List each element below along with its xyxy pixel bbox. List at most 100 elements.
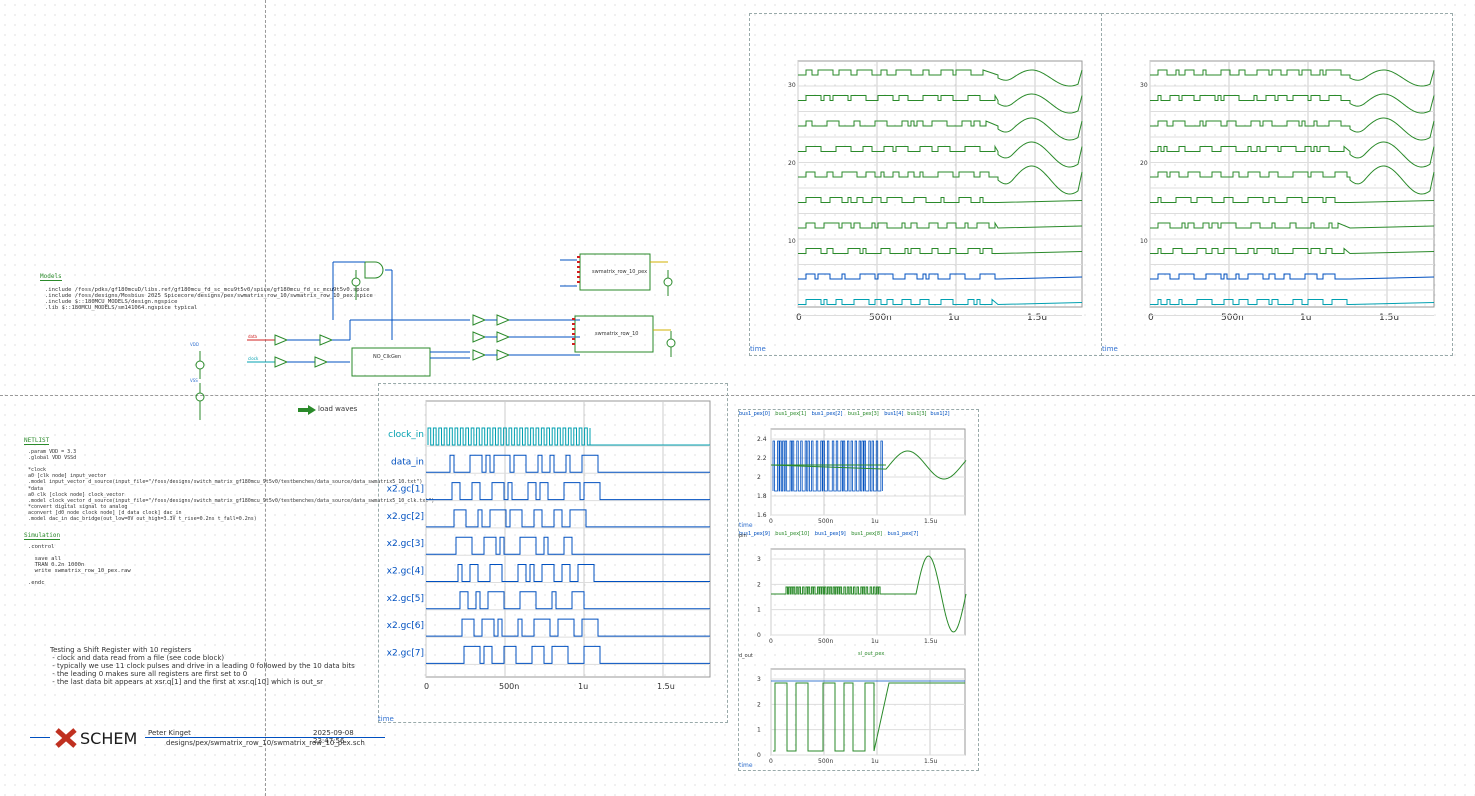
- x-tick-label: 1u: [948, 313, 959, 323]
- legend-item[interactable]: bus1_pex[0]: [739, 411, 770, 417]
- legend-item[interactable]: bus1_pex[1]: [775, 411, 806, 417]
- x-tick-label: 0: [769, 758, 773, 765]
- legend-item[interactable]: bus1_pex[10]: [775, 531, 809, 537]
- signal-label[interactable]: data_in: [391, 457, 424, 467]
- legend-item[interactable]: bus1[2]: [930, 411, 949, 417]
- x-tick-label: 500n: [499, 682, 519, 691]
- nocl-block[interactable]: [351, 347, 431, 377]
- simulation-line: .endc: [28, 580, 45, 586]
- buffer-chain-2[interactable]: [472, 331, 487, 343]
- simulation-lines: .control save all TRAN 0.2n 1000n write …: [28, 544, 131, 586]
- signal-trace: [1150, 299, 1435, 305]
- legend-item[interactable]: bus1_pex[9]: [815, 531, 846, 537]
- waveform-small-3-plot[interactable]: 0 500n 1u 1.5u 3 2 1 0 d_out sl_out_pextime: [738, 649, 977, 769]
- netlist-line: .model clock_vector d_source(input_file=…: [28, 497, 435, 504]
- legend-item[interactable]: bus1_pex[7]: [888, 531, 919, 537]
- net-clock-in-label: clock: [248, 356, 259, 361]
- y-tick-label: 2: [757, 474, 761, 481]
- y-tick-label: 20: [788, 160, 796, 167]
- plot-area[interactable]: [770, 428, 966, 516]
- x-tick-label: 0: [424, 682, 429, 691]
- y-tick-label: 2.4: [757, 436, 767, 443]
- net-data-in-label: data: [248, 334, 258, 339]
- waveform-small-1-plot[interactable]: 0 500n 1u 1.5u 2.4 2.2 2 1.8 1.6 bus1_pex[0] bus1_…: [738, 409, 977, 529]
- buffer-chain-0[interactable]: [472, 314, 487, 326]
- netlist-header[interactable]: NETLIST: [24, 437, 50, 445]
- signal-label[interactable]: x2.gc[2]: [387, 512, 424, 522]
- x-tick-label: 1u: [1300, 313, 1311, 323]
- y-tick-label: 2.2: [757, 455, 767, 462]
- signal-label[interactable]: x2.gc[4]: [387, 567, 424, 577]
- netlist-line: .model input_vector d_source(input_file=…: [28, 479, 423, 486]
- signal-trace: [1150, 69, 1435, 87]
- buffer-chain-3[interactable]: [496, 331, 511, 343]
- signal-trace: [1150, 141, 1435, 168]
- x-tick-label: 1.5u: [924, 638, 938, 645]
- title-block-line: [30, 737, 50, 738]
- swmatrix-row-label: swmatrix_row_10: [595, 331, 638, 337]
- simulation-header[interactable]: Simulation: [24, 532, 61, 540]
- side-label: pin: [739, 533, 747, 539]
- y-tick-label: 10: [788, 238, 796, 245]
- y-tick-label: 1: [757, 727, 761, 734]
- signal-trace: [426, 618, 710, 637]
- signal-trace: [798, 93, 1083, 114]
- signal-label[interactable]: x2.gc[7]: [387, 648, 424, 658]
- legend-item[interactable]: bus1_pex[2]: [812, 411, 843, 417]
- signal-trace: [1150, 165, 1435, 195]
- x-tick-label: 0: [1148, 313, 1154, 323]
- y-tick-label: 10: [1140, 238, 1148, 245]
- x-tick-label: 500n: [818, 638, 833, 645]
- plot-area[interactable]: [1149, 60, 1435, 308]
- model-header[interactable]: Models: [40, 273, 62, 281]
- signal-label[interactable]: x2.gc[1]: [387, 485, 424, 495]
- current-probe-icon[interactable]: [666, 338, 676, 348]
- x-tick-label: 1u: [871, 518, 879, 525]
- waveform-top-left-plot[interactable]: 0 500n 1u 1.5u 30 20 10: [749, 13, 1100, 354]
- y-tick-label: 1.8: [757, 493, 767, 500]
- x-tick-label: 1u: [578, 682, 588, 691]
- buffer-chain-5[interactable]: [496, 349, 511, 361]
- plot-area[interactable]: [770, 668, 966, 756]
- pin-marker: [577, 281, 580, 283]
- current-probe-icon[interactable]: [663, 277, 673, 287]
- signal-trace: [798, 69, 1083, 87]
- signal-label[interactable]: x2.gc[5]: [387, 594, 424, 604]
- voltage-source-icon[interactable]: [195, 392, 205, 402]
- waveform-main-time-label[interactable]: time: [378, 715, 394, 723]
- waveform-main-plot[interactable]: 0 500n 1u 1.5u clock_in data_in x2.gc[1] x2.gc[…: [378, 383, 726, 713]
- pin-marker: [572, 318, 575, 320]
- signal-label[interactable]: clock_in: [388, 430, 424, 440]
- legend-item[interactable]: bus1_pex[8]: [851, 531, 882, 537]
- x-tick-label: 1.5u: [924, 758, 938, 765]
- buffer-clock[interactable]: [274, 356, 289, 368]
- buffer-clock-2[interactable]: [314, 356, 329, 368]
- waveform-small-2-plot[interactable]: 0 500n 1u 1.5u 3 2 1 0 bus1_pex[9] bus1_pex[10] bu…: [738, 529, 977, 649]
- buffer-chain-1[interactable]: [496, 314, 511, 326]
- description-line: - clock and data read from a file (see c…: [50, 654, 225, 662]
- time-label[interactable]: time: [739, 522, 753, 529]
- signal-label[interactable]: x2.gc[3]: [387, 539, 424, 549]
- and-gate-symbol[interactable]: [364, 261, 384, 279]
- legend-item[interactable]: bus1_pex[3]: [848, 411, 879, 417]
- pin-marker: [572, 338, 575, 340]
- x-tick-label: 1.5u: [924, 518, 938, 525]
- signal-trace: [426, 482, 710, 501]
- voltage-source-icon[interactable]: [351, 277, 361, 287]
- y-tick-label: 1: [757, 607, 761, 614]
- buffer-data[interactable]: [274, 334, 289, 346]
- waveform-top-right-plot[interactable]: 0 500n 1u 1.5u 30 20 10: [1101, 13, 1451, 354]
- x-tick-label: 1u: [871, 758, 879, 765]
- legend-item[interactable]: bus1[3]: [907, 411, 926, 417]
- time-label[interactable]: time: [739, 762, 753, 769]
- buffer-data-2[interactable]: [319, 334, 334, 346]
- voltage-source-icon[interactable]: [195, 360, 205, 370]
- netlist-lines: .param VDD = 3.3 .global VDD VSSd *clock a…: [28, 449, 434, 522]
- description-line: Testing a Shift Register with 10 registe…: [50, 646, 192, 654]
- signal-label[interactable]: x2.gc[6]: [387, 621, 424, 631]
- buffer-chain-4[interactable]: [472, 349, 487, 361]
- plot-area[interactable]: [797, 60, 1083, 308]
- y-tick-label: 20: [1140, 160, 1148, 167]
- y-tick-label: 3: [757, 676, 761, 683]
- legend-item[interactable]: bus1[4]: [884, 411, 903, 417]
